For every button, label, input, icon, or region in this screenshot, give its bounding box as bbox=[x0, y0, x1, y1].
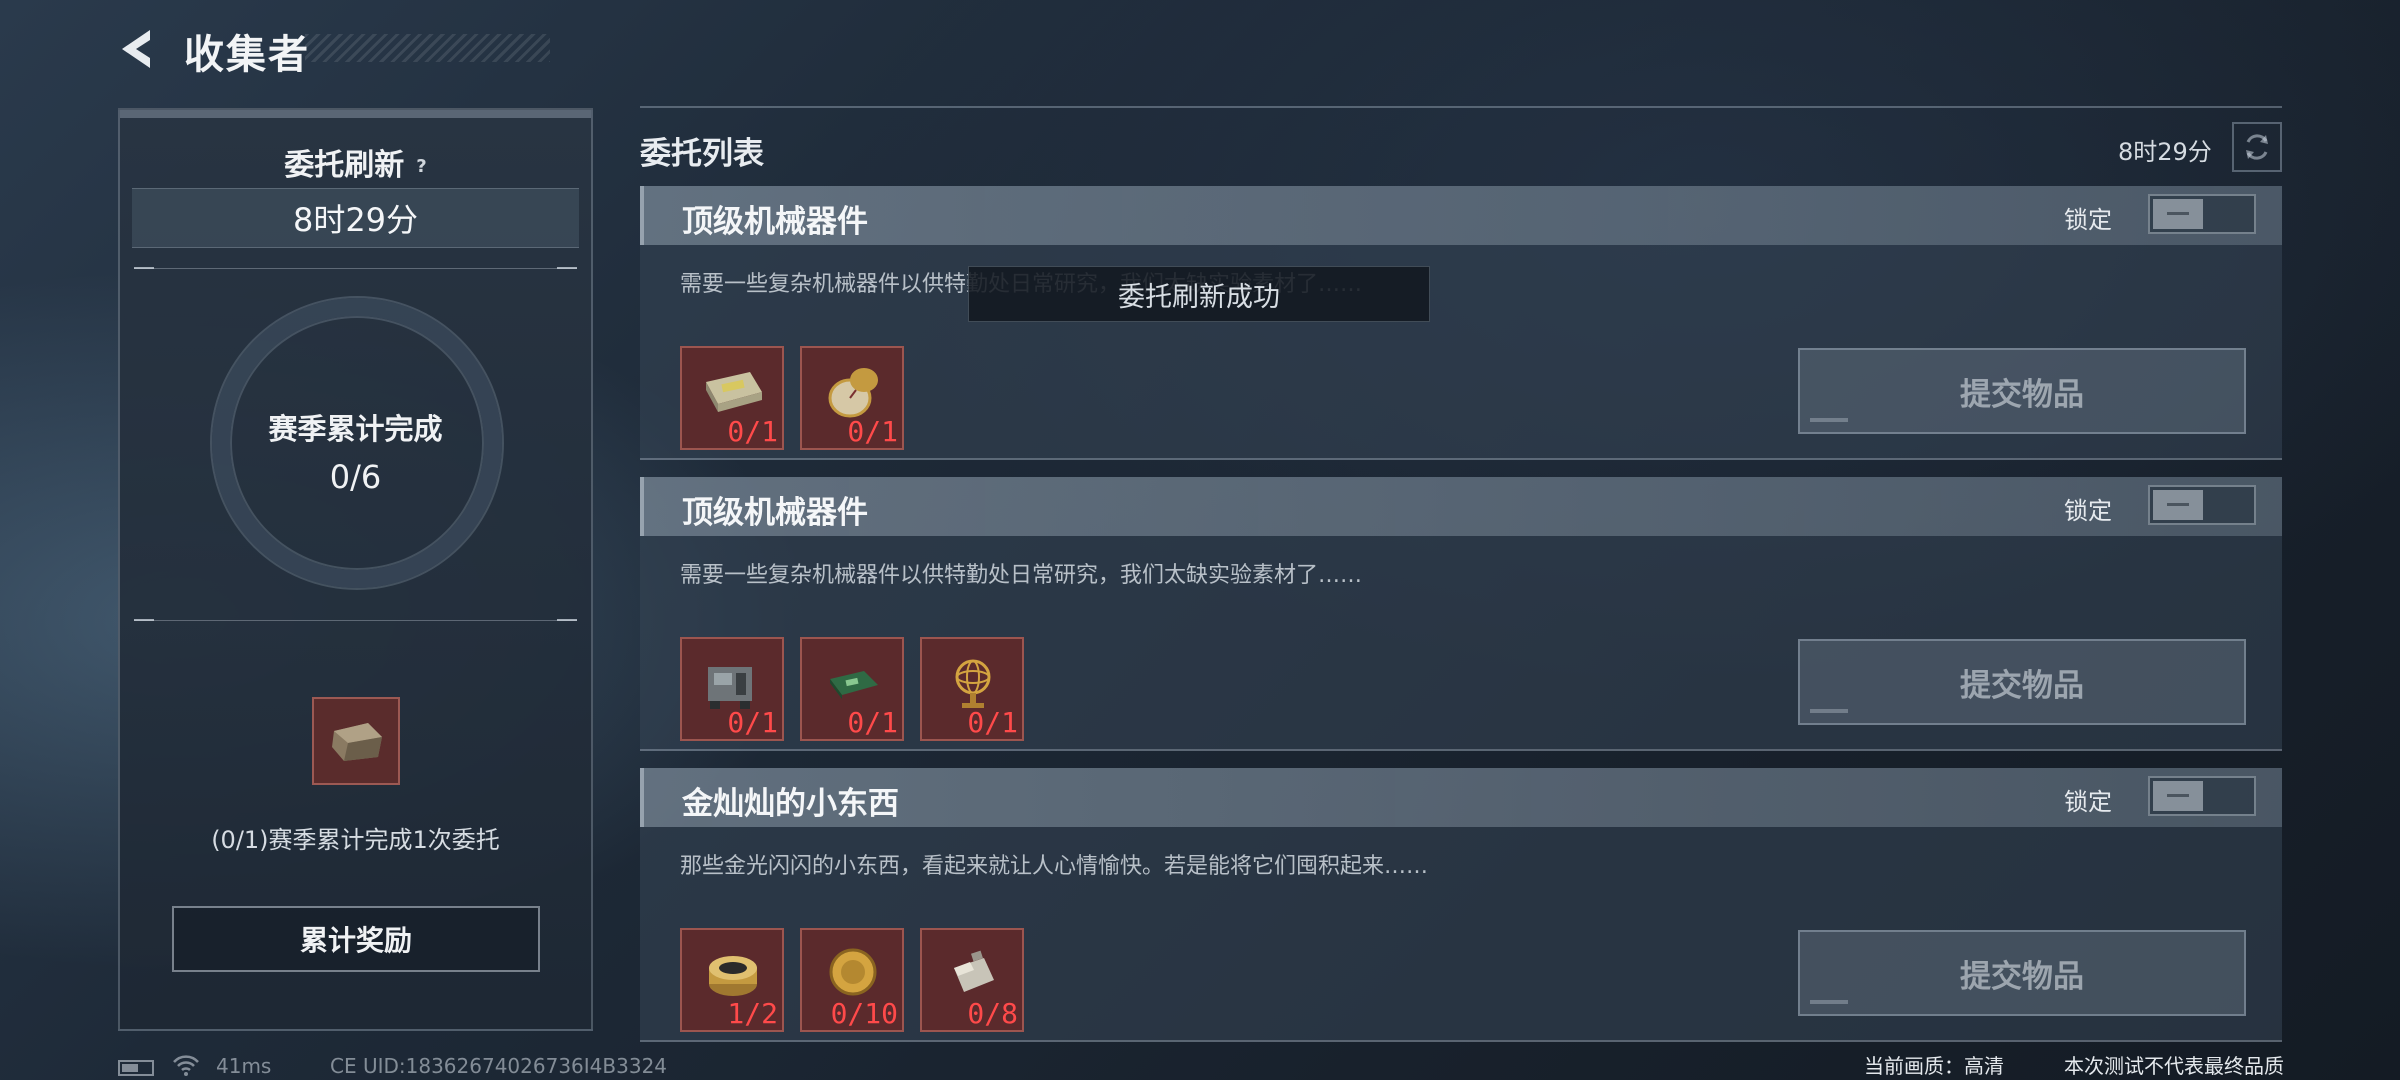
help-icon[interactable]: ? bbox=[416, 156, 426, 177]
task-title: 金灿灿的小东西 bbox=[682, 786, 899, 822]
armillary-sphere-icon bbox=[955, 659, 991, 708]
season-progress-label: 赛季累计完成 bbox=[268, 412, 443, 446]
divider-tick bbox=[134, 267, 154, 269]
gold-tin-icon bbox=[709, 956, 757, 996]
cumulative-reward-button[interactable]: 累计奖励 bbox=[172, 906, 540, 972]
task-title: 顶级机械器件 bbox=[682, 204, 868, 240]
item-count: 0/1 bbox=[727, 415, 778, 448]
toggle-knob bbox=[2153, 781, 2203, 811]
item-count: 1/2 bbox=[727, 997, 778, 1030]
title-decoration bbox=[305, 34, 550, 62]
button-mark bbox=[1810, 418, 1848, 422]
season-progress-value: 0/6 bbox=[329, 458, 382, 496]
toggle-knob bbox=[2153, 490, 2203, 520]
list-refresh-timer: 8时29分 bbox=[2118, 138, 2212, 166]
task-description: 需要一些复杂机械器件以供特勤处日常研究，我们太缺实验素材了…… bbox=[680, 563, 1363, 588]
refresh-button[interactable] bbox=[2232, 122, 2282, 172]
submit-label: 提交物品 bbox=[1960, 667, 2084, 704]
task-card: 顶级机械器件 锁定 需要一些复杂机械器件以供特勤处日常研究，我们太缺实验素材了…… bbox=[640, 477, 2282, 751]
submit-items-button[interactable]: 提交物品 bbox=[1798, 930, 2246, 1016]
task-list-title: 委托列表 bbox=[640, 136, 764, 172]
card-divider bbox=[640, 749, 2282, 751]
required-item[interactable]: 0/10 bbox=[800, 928, 904, 1032]
item-count: 0/1 bbox=[847, 415, 898, 448]
required-item[interactable]: 0/1 bbox=[800, 346, 904, 450]
item-count: 0/1 bbox=[727, 706, 778, 739]
page-title: 收集者 bbox=[184, 32, 310, 78]
divider bbox=[134, 620, 577, 621]
uid-readout: CE UID:18362674026736I4B3324 bbox=[330, 1054, 668, 1078]
graphics-quality: 当前画质：高清 bbox=[1864, 1054, 2004, 1078]
radio-device-icon bbox=[708, 667, 752, 709]
card-divider bbox=[640, 458, 2282, 460]
required-item[interactable]: 0/1 bbox=[680, 637, 784, 741]
submit-items-button[interactable]: 提交物品 bbox=[1798, 639, 2246, 725]
task-card: 顶级机械器件 锁定 需要一些复杂机械器件以供特勤处日常研究，我们太缺实验素材了…… bbox=[640, 186, 2282, 460]
button-mark bbox=[1810, 709, 1848, 713]
gold-coin-icon bbox=[829, 948, 877, 996]
task-title: 顶级机械器件 bbox=[682, 495, 868, 531]
battery-icon bbox=[118, 1060, 154, 1076]
lighter-icon bbox=[954, 950, 994, 992]
toggle-knob bbox=[2153, 199, 2203, 229]
refresh-icon bbox=[2246, 134, 2268, 160]
refresh-success-toast: 委托刷新成功 bbox=[968, 266, 1430, 322]
test-disclaimer: 本次测试不代表最终品质 bbox=[2064, 1054, 2284, 1078]
divider bbox=[134, 268, 577, 269]
item-count: 0/1 bbox=[967, 706, 1018, 739]
ping-readout: 41ms bbox=[216, 1054, 272, 1078]
submit-label: 提交物品 bbox=[1960, 376, 2084, 413]
task-card: 金灿灿的小东西 锁定 那些金光闪闪的小东西，看起来就让人心情愉快。若是能将它们囤… bbox=[640, 768, 2282, 1042]
required-item[interactable]: 1/2 bbox=[680, 928, 784, 1032]
refresh-panel: 委托刷新? 8时29分 赛季累计完成 0/6 (0/1)赛季累计完成1次委托 累… bbox=[118, 108, 593, 1031]
item-count: 0/10 bbox=[830, 997, 898, 1030]
required-item[interactable]: 0/1 bbox=[680, 346, 784, 450]
task-header: 顶级机械器件 锁定 bbox=[640, 186, 2282, 245]
required-item[interactable]: 0/1 bbox=[800, 637, 904, 741]
button-mark bbox=[1810, 1000, 1848, 1004]
item-count: 0/8 bbox=[967, 997, 1018, 1030]
task-header: 金灿灿的小东西 锁定 bbox=[640, 768, 2282, 827]
task-description: 那些金光闪闪的小东西，看起来就让人心情愉快。若是能将它们囤积起来…… bbox=[680, 854, 1429, 879]
back-arrow-icon[interactable] bbox=[114, 24, 164, 74]
lock-toggle[interactable] bbox=[2148, 194, 2256, 234]
panel-top-bar bbox=[120, 110, 591, 118]
list-top-line bbox=[640, 106, 2282, 108]
refresh-title-label: 委托刷新 bbox=[284, 148, 405, 183]
submit-label: 提交物品 bbox=[1960, 958, 2084, 995]
wifi-icon bbox=[173, 1055, 199, 1076]
required-item[interactable]: 0/8 bbox=[920, 928, 1024, 1032]
submit-items-button[interactable]: 提交物品 bbox=[1798, 348, 2246, 434]
reward-box-icon bbox=[332, 723, 382, 761]
lock-label: 锁定 bbox=[2064, 497, 2112, 525]
lock-toggle[interactable] bbox=[2148, 485, 2256, 525]
reward-description: (0/1)赛季累计完成1次委托 bbox=[211, 826, 500, 854]
item-count: 0/1 bbox=[847, 706, 898, 739]
refresh-timer: 8时29分 bbox=[132, 188, 579, 248]
lock-label: 锁定 bbox=[2064, 206, 2112, 234]
circuit-board-icon bbox=[706, 372, 762, 412]
required-item[interactable]: 0/1 bbox=[920, 637, 1024, 741]
season-reward-item[interactable] bbox=[312, 697, 400, 785]
green-chip-icon bbox=[830, 671, 878, 699]
divider-tick bbox=[557, 619, 577, 621]
divider-tick bbox=[134, 619, 154, 621]
refresh-title: 委托刷新? bbox=[120, 140, 591, 184]
task-header: 顶级机械器件 锁定 bbox=[640, 477, 2282, 536]
lock-label: 锁定 bbox=[2064, 788, 2112, 816]
lock-toggle[interactable] bbox=[2148, 776, 2256, 816]
divider-tick bbox=[557, 267, 577, 269]
card-divider bbox=[640, 1040, 2282, 1042]
pocket-watch-icon bbox=[828, 368, 878, 418]
